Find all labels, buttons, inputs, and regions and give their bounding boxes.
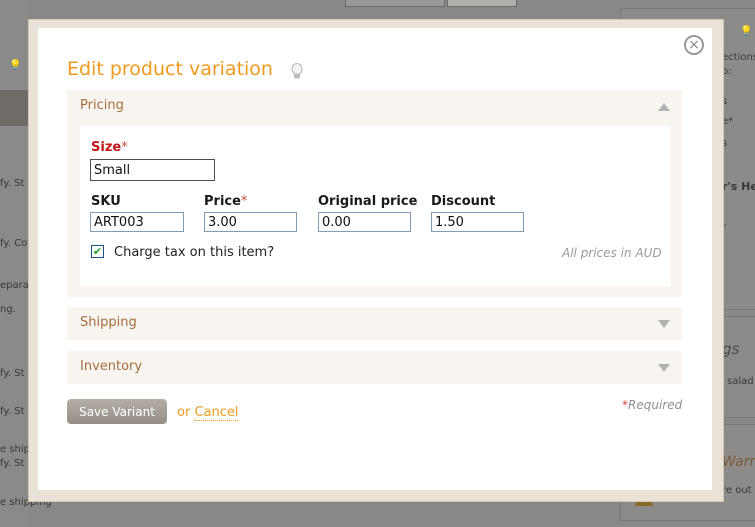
background-bulb-icon: 💡: [9, 60, 22, 71]
background-text: e ship: [0, 444, 31, 455]
collapse-arrow-icon[interactable]: [658, 103, 670, 111]
lightbulb-icon[interactable]: [290, 62, 304, 80]
close-icon[interactable]: ×: [684, 35, 704, 55]
size-label: Size*: [91, 140, 128, 155]
background-text: Warn: [722, 454, 755, 470]
background-text: r's Help: [722, 180, 755, 193]
background-text: fy. St: [0, 458, 25, 469]
background-text: fy. St: [0, 178, 25, 189]
pricing-section-header[interactable]: Pricing: [67, 90, 682, 123]
background-bulb-icon: 💡: [740, 26, 753, 37]
discount-label: Discount: [431, 194, 496, 209]
expand-arrow-icon[interactable]: [658, 364, 670, 372]
cancel-link[interactable]: Cancel: [194, 405, 239, 421]
background-browse-button: [447, 0, 517, 7]
pricing-section-label: Pricing: [80, 98, 124, 113]
inventory-section-label: Inventory: [80, 359, 143, 374]
charge-tax-label: Charge tax on this item?: [114, 245, 275, 260]
or-text: or: [177, 405, 195, 420]
background-text: salad: [727, 376, 754, 387]
save-variant-button[interactable]: Save Variant: [67, 399, 167, 424]
sku-input[interactable]: [90, 212, 184, 232]
discount-input[interactable]: [431, 212, 524, 232]
background-left-strip: [0, 90, 28, 126]
background-text: epara: [0, 280, 29, 291]
background-text: fy. St: [0, 368, 25, 379]
background-text: ng.: [0, 304, 16, 315]
background-text: re out: [722, 485, 752, 496]
price-label: Price*: [204, 194, 248, 209]
charge-tax-checkbox[interactable]: ✔: [91, 245, 104, 258]
background-text: ections: [722, 52, 755, 63]
original-price-label: Original price: [318, 194, 418, 209]
background-file-field: [345, 0, 445, 7]
sku-label: SKU: [91, 194, 121, 209]
shipping-section-header[interactable]: Shipping: [67, 307, 682, 340]
background-text: gs: [722, 340, 740, 358]
currency-note: All prices in AUD: [562, 246, 662, 260]
page-title: Edit product variation: [67, 58, 273, 80]
background-text: fy. Co: [0, 238, 28, 249]
expand-arrow-icon[interactable]: [658, 320, 670, 328]
required-note: *Required: [622, 398, 683, 412]
size-input[interactable]: [90, 159, 215, 181]
original-price-input[interactable]: [318, 212, 411, 232]
or-cancel: or Cancel: [177, 405, 239, 421]
background-text: fy. St: [0, 406, 25, 417]
inventory-section-header[interactable]: Inventory: [67, 351, 682, 384]
shipping-section-label: Shipping: [80, 315, 137, 330]
price-input[interactable]: [204, 212, 297, 232]
